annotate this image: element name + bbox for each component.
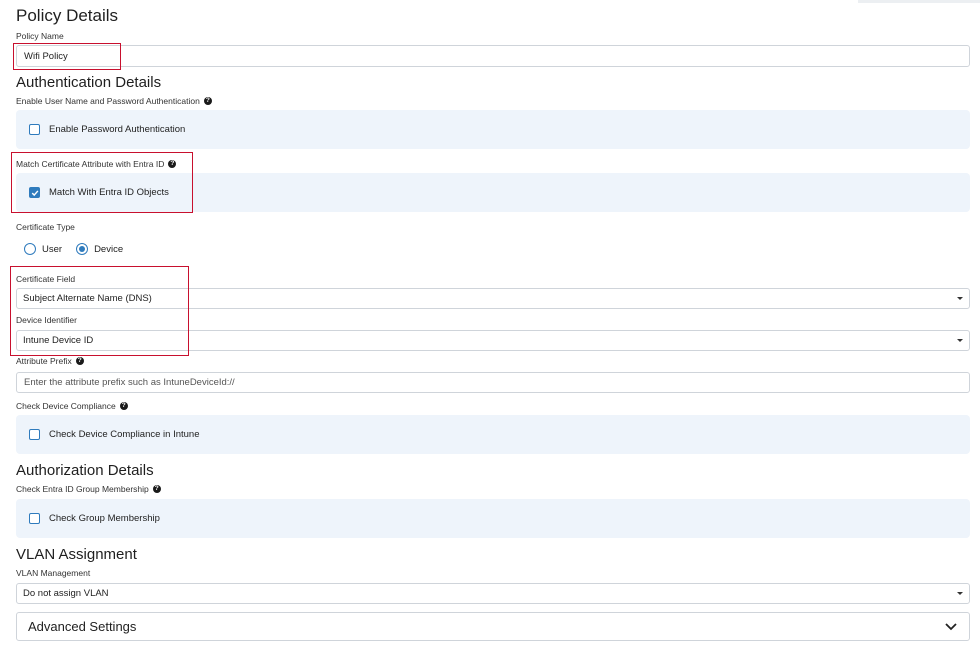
advanced-settings-accordion[interactable]: Advanced Settings: [16, 612, 970, 641]
radio-user[interactable]: [24, 243, 36, 255]
question-circle-icon[interactable]: ?: [119, 402, 128, 410]
group-membership-label-text: Check Entra ID Group Membership: [16, 484, 149, 494]
question-circle-icon[interactable]: ?: [152, 485, 161, 493]
group-membership-checkbox[interactable]: [29, 513, 40, 524]
vlan-management-value: Do not assign VLAN: [23, 588, 109, 599]
vlan-management-select[interactable]: Do not assign VLAN: [16, 583, 970, 604]
group-membership-checkbox-label[interactable]: Check Group Membership: [49, 513, 160, 524]
attribute-prefix-label: Attribute Prefix ?: [16, 356, 84, 366]
highlight-box-policy-name: [13, 43, 121, 70]
authorization-title: Authorization Details: [16, 462, 154, 479]
policy-name-input[interactable]: Wifi Policy: [16, 45, 970, 67]
highlight-box-cert-field: [10, 266, 189, 356]
advanced-settings-title: Advanced Settings: [28, 619, 137, 634]
radio-device-label[interactable]: Device: [94, 244, 123, 255]
chevron-down-icon: [945, 622, 957, 630]
highlight-box-match-cert: [11, 152, 193, 213]
radio-device[interactable]: [76, 243, 89, 255]
vlan-management-label: VLAN Management: [16, 568, 90, 578]
password-auth-checkbox-label[interactable]: Enable Password Authentication: [49, 124, 185, 135]
cert-type-label: Certificate Type: [16, 222, 75, 232]
compliance-label-text: Check Device Compliance: [16, 401, 116, 411]
caret-down-icon: [957, 592, 963, 595]
group-membership-label: Check Entra ID Group Membership ?: [16, 484, 161, 494]
question-circle-icon[interactable]: ?: [203, 97, 212, 105]
radio-user-label[interactable]: User: [42, 244, 62, 255]
attribute-prefix-input[interactable]: Enter the attribute prefix such as Intun…: [16, 372, 970, 393]
compliance-panel: Check Device Compliance in Intune: [16, 415, 970, 454]
password-auth-label-text: Enable User Name and Password Authentica…: [16, 96, 200, 106]
caret-down-icon: [957, 339, 963, 342]
vlan-title: VLAN Assignment: [16, 546, 137, 563]
vlan-management-label-text: VLAN Management: [16, 568, 91, 578]
policy-name-label-text: Policy Name: [16, 31, 64, 41]
attribute-prefix-label-text: Attribute Prefix: [16, 356, 72, 366]
policy-name-label: Policy Name: [16, 31, 64, 41]
question-circle-icon[interactable]: ?: [75, 357, 84, 365]
compliance-checkbox-label[interactable]: Check Device Compliance in Intune: [49, 429, 200, 440]
page-title: Policy Details: [16, 6, 119, 25]
password-auth-panel: Enable Password Authentication: [16, 110, 970, 149]
password-auth-checkbox[interactable]: [29, 124, 40, 135]
authentication-title: Authentication Details: [16, 74, 162, 91]
password-auth-label: Enable User Name and Password Authentica…: [16, 96, 212, 106]
top-shadow: [858, 0, 980, 3]
caret-down-icon: [957, 297, 963, 300]
compliance-label: Check Device Compliance ?: [16, 401, 128, 411]
cert-type-radio-group: User Device: [24, 243, 123, 255]
radio-selected-dot: [79, 246, 86, 252]
compliance-checkbox[interactable]: [29, 429, 40, 440]
cert-type-label-text: Certificate Type: [16, 222, 75, 232]
group-membership-panel: Check Group Membership: [16, 499, 970, 538]
